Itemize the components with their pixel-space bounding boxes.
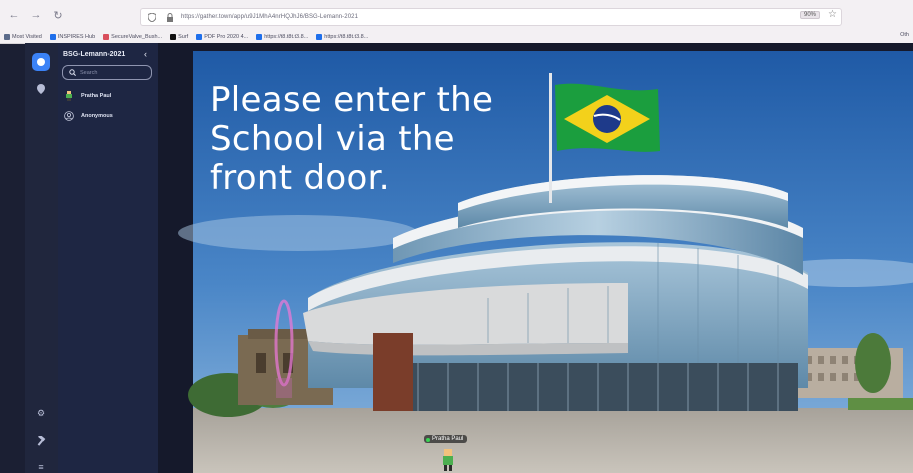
online-status-icon bbox=[426, 438, 430, 442]
map-stage[interactable]: Please enter the School via the front do… bbox=[158, 43, 913, 473]
bookmark-item[interactable]: Most Visited bbox=[4, 33, 42, 40]
caption-line: front door. bbox=[210, 158, 390, 198]
shield-icon bbox=[145, 10, 159, 24]
user-outline-icon bbox=[64, 111, 74, 121]
bookmark-item[interactable]: SecureValve_Bush... bbox=[103, 33, 162, 40]
bookmark-favicon-icon bbox=[316, 33, 323, 40]
icon-rail: ⚙ ≡ bbox=[25, 43, 58, 473]
reload-icon[interactable]: ↻ bbox=[50, 7, 66, 23]
browser-chrome: ← → ↻ https://gather.town/app/u9J1MhA4nr… bbox=[0, 0, 913, 44]
bookmark-item[interactable]: https://t8.t8t.t3.8... bbox=[316, 33, 368, 40]
bookmark-favicon-icon bbox=[170, 33, 177, 40]
hammer-icon[interactable] bbox=[35, 435, 47, 447]
bookmark-favicon-icon bbox=[256, 33, 263, 40]
participant-name: Anonymous bbox=[81, 113, 113, 119]
bookmark-favicon-icon bbox=[103, 33, 110, 40]
brazil-flag-icon bbox=[555, 83, 660, 152]
other-bookmarks[interactable]: Oth bbox=[900, 32, 909, 38]
participant-row[interactable]: Pratha Paul bbox=[64, 90, 111, 102]
address-bar[interactable]: https://gather.town/app/u9J1MhA4nrHQJhJ6… bbox=[140, 8, 842, 26]
caption-line: School via the bbox=[210, 119, 455, 159]
bookmark-item[interactable]: INSPIRES Hub bbox=[49, 33, 95, 40]
chevron-left-icon[interactable]: ‹ bbox=[144, 49, 147, 59]
space-title: BSG-Lemann-2021 bbox=[63, 51, 126, 58]
bookmark-favicon-icon bbox=[4, 33, 10, 40]
caption-line: Please enter the bbox=[210, 80, 494, 120]
bookmark-favicon-icon bbox=[49, 33, 56, 40]
back-arrow-icon[interactable]: ← bbox=[6, 7, 22, 23]
zoom-level[interactable]: 90% bbox=[800, 11, 821, 19]
participant-row[interactable]: Anonymous bbox=[64, 110, 113, 122]
bookmark-item[interactable]: PDF Pro 2020 4... bbox=[196, 33, 248, 40]
url-text: https://gather.town/app/u9J1MhA4nrHQJhJ6… bbox=[181, 14, 359, 20]
sprite-avatar-icon bbox=[64, 91, 74, 101]
lock-icon bbox=[163, 10, 177, 24]
search-placeholder: Search bbox=[80, 69, 98, 76]
participants-sidebar: BSG-Lemann-2021 ‹ Search Pratha Paul Ano… bbox=[58, 43, 158, 473]
bookmark-star-icon[interactable]: ☆ bbox=[828, 9, 837, 20]
gear-icon[interactable]: ⚙ bbox=[35, 407, 47, 419]
bookmarks-bar: Most Visited INSPIRES Hub SecureValve_Bu… bbox=[0, 30, 913, 43]
list-icon[interactable]: ≡ bbox=[35, 461, 47, 473]
player-nametag: Pratha Paul bbox=[424, 435, 468, 443]
bookmark-item[interactable]: Surf bbox=[170, 33, 188, 40]
bookmark-item[interactable]: https://t8.t8t.t3.8... bbox=[256, 33, 308, 40]
bookmark-favicon-icon bbox=[196, 33, 203, 40]
search-icon bbox=[67, 68, 77, 78]
gather-logo-icon[interactable] bbox=[32, 53, 50, 71]
participant-name: Pratha Paul bbox=[81, 93, 112, 99]
map-pin-icon[interactable] bbox=[35, 83, 47, 95]
search-input[interactable]: Search bbox=[62, 65, 152, 80]
player-avatar[interactable] bbox=[441, 449, 455, 473]
welcome-caption: Please enter the School via the front do… bbox=[210, 81, 530, 198]
forward-arrow-icon[interactable]: → bbox=[28, 7, 44, 23]
player-name: Pratha Paul bbox=[432, 436, 464, 442]
